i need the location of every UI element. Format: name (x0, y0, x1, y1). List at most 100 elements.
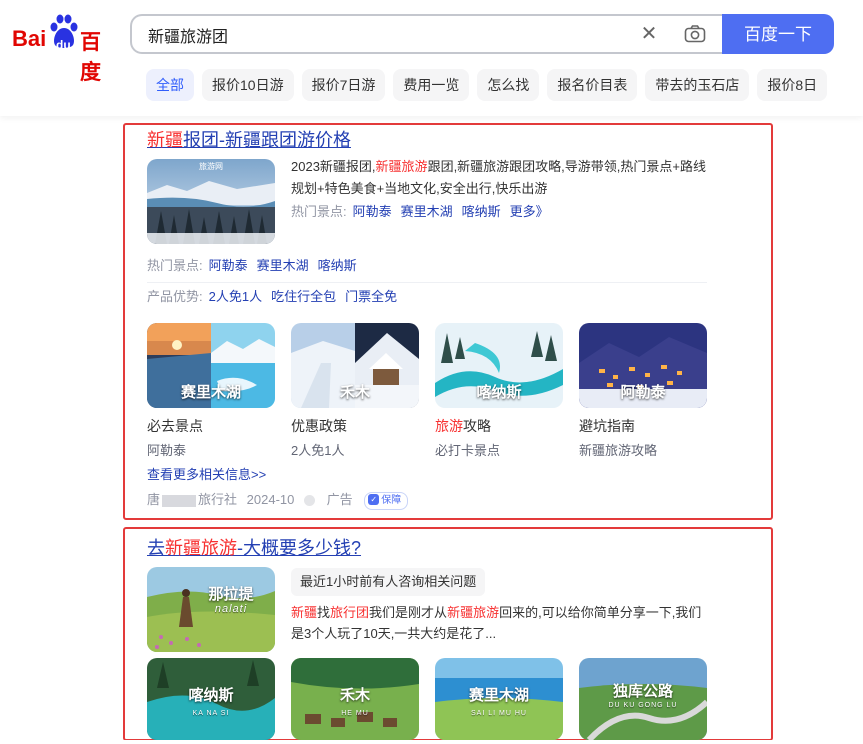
result-1-title-rest: 报团-新疆跟团游价格 (183, 130, 351, 150)
title-text: 去 (147, 538, 165, 558)
tab-cost-overview[interactable]: 费用一览 (393, 69, 470, 101)
card-label: 阿勒泰 (620, 383, 666, 401)
card-title-pitfall-guide[interactable]: 避坑指南 (579, 416, 635, 436)
thumb-sublabel: nalati (214, 603, 248, 615)
result-2-thumbnail-nalati[interactable]: 那拉提 nalati (147, 567, 275, 652)
desc-text: 跟团,新疆旅游跟团攻略,导游带领,热门景点+路线 (427, 159, 706, 174)
clear-icon[interactable]: ✕ (640, 24, 658, 44)
search-button[interactable]: 百度一下 (722, 14, 834, 54)
tab-price-7-day[interactable]: 报价7日游 (301, 69, 386, 101)
result-1-title[interactable]: 新疆报团-新疆跟团游价格 (147, 126, 351, 152)
adv-link-free-tickets[interactable]: 门票全免 (345, 289, 397, 304)
title-highlight: 新疆旅游 (165, 538, 237, 558)
shield-check-icon: ✓ (368, 494, 380, 506)
result-1-desc-line1: 2023新疆报团,新疆旅游跟团,新疆旅游跟团攻略,导游带领,热门景点+路线 (291, 156, 706, 178)
top-header: Bai du 百度 ✕ 百度一下 全部报价10日游报价7日游费用一览怎么找报名价… (0, 0, 863, 116)
desc-highlight: 新疆 (291, 605, 318, 620)
source-name-prefix: 唐 (147, 492, 161, 507)
card-sublabel: HE MU (341, 710, 369, 717)
guarantee-badge[interactable]: ✓ 保障 (364, 491, 409, 510)
card-thumb-hemu-2[interactable]: 禾木 HE MU (291, 658, 419, 740)
card-sublabel: SAI LI MU HU (471, 710, 527, 717)
result-2-title[interactable]: 去新疆旅游-大概要多少钱? (147, 534, 361, 560)
search-input[interactable] (146, 25, 620, 45)
advantages-label: 产品优势: (147, 289, 203, 304)
search-box: ✕ (130, 14, 724, 54)
divider (147, 282, 707, 283)
result-1-title-highlight: 新疆 (147, 130, 183, 150)
thumbnail-badge: 旅游网 (199, 162, 223, 171)
hot-link-sayram-lake[interactable]: 赛里木湖 (401, 204, 453, 219)
desc-highlight: 旅行团 (330, 605, 370, 620)
desc-text: 回来的,可以给你简单分享一下,我们 (499, 605, 702, 620)
card-sub: 必打卡景点 (435, 443, 501, 458)
camera-icon[interactable] (684, 24, 706, 44)
desc-text: 2023新疆报团, (291, 159, 376, 174)
card-title-must-visit[interactable]: 必去景点 (147, 416, 203, 436)
tab-all[interactable]: 全部 (146, 69, 194, 101)
search-tabs: 全部 报价10日游 报价7日游 费用一览 怎么找 报名价目表 带去的玉石店 报价8日 (146, 69, 835, 101)
card-thumb-altay[interactable]: 阿勒泰 (579, 323, 707, 408)
card-label: 禾木 (339, 686, 370, 704)
card-thumb-hemu[interactable]: 禾木 (291, 323, 419, 408)
title-text: -大概要多少钱? (237, 538, 362, 558)
result-1-desc-line2: 规划+特色美食+当地文化,安全出行,快乐出游 (291, 181, 548, 196)
card-thumb-duku-road[interactable]: 独库公路 DU KU GONG LU (579, 658, 707, 740)
card-label: 喀纳斯 (476, 383, 522, 401)
guarantee-label: 保障 (381, 494, 402, 506)
tab-price-10-day[interactable]: 报价10日游 (202, 69, 294, 101)
hot-link-kanas[interactable]: 喀纳斯 (462, 204, 501, 219)
card-thumb-sayram-2[interactable]: 赛里木湖 SAI LI MU HU (435, 658, 563, 740)
result-2-desc-line2: 是3个人玩了10天,一共大约是花了... (291, 626, 497, 641)
card-label: 赛里木湖 (468, 686, 529, 704)
card-thumb-kanas-2[interactable]: 喀纳斯 KA NA SI (147, 658, 275, 740)
result-1-source: 唐 旅行社 2024-10 广告 ✓ 保障 (147, 489, 409, 511)
tab-price-list[interactable]: 报名价目表 (547, 69, 638, 101)
tab-price-8-day[interactable]: 报价8日 (757, 69, 828, 101)
desc-highlight: 新疆旅游 (375, 159, 428, 174)
source-name-rest: 旅行社 (198, 492, 238, 507)
ad-label: 广告 (326, 492, 353, 507)
hot-link-sayram-lake[interactable]: 赛里木湖 (257, 258, 309, 273)
card-title-discount-policy[interactable]: 优惠政策 (291, 416, 347, 436)
logo-text-baidu: 百度 (80, 31, 101, 84)
card-sublabel: DU KU GONG LU (608, 702, 678, 709)
source-date: 2024-10 (246, 492, 295, 507)
adv-link-all-inclusive[interactable]: 吃住行全包 (271, 289, 336, 304)
desc-text: 我们是刚才从 (369, 605, 448, 620)
tab-jade-store[interactable]: 带去的玉石店 (645, 69, 750, 101)
hot-link-altay[interactable]: 阿勒泰 (209, 258, 248, 273)
page-bottom-edge (0, 740, 863, 744)
card-sub: 阿勒泰 (147, 443, 187, 458)
result-2-desc-line1: 新疆找旅行团我们是刚才从新疆旅游回来的,可以给你简单分享一下,我们 (291, 602, 701, 624)
result-1-thumbnail[interactable]: 旅游网 (147, 159, 275, 244)
logo-text-du: du (56, 38, 71, 52)
info-icon[interactable] (304, 495, 315, 507)
more-info-link[interactable]: 查看更多相关信息>> (147, 464, 266, 486)
logo-text-bai: Bai (12, 26, 47, 51)
hot-spots-label: 热门景点: (291, 204, 347, 219)
adv-link-discount[interactable]: 2人免1人 (209, 289, 262, 304)
baidu-logo[interactable]: Bai du 百度 (12, 14, 116, 84)
desc-highlight: 新疆旅游 (447, 605, 500, 620)
result-1-hot-spots: 热门景点: 阿勒泰 赛里木湖 喀纳斯 (147, 255, 366, 277)
hot-link-more[interactable]: 更多》 (510, 204, 549, 219)
card-label: 禾木 (339, 383, 370, 401)
thumb-label: 那拉提 (208, 585, 254, 603)
hot-link-kanas[interactable]: 喀纳斯 (318, 258, 357, 273)
result-1-advantages: 产品优势: 2人免1人 吃住行全包 门票全免 (147, 286, 406, 308)
hot-spots-label: 热门景点: (147, 258, 203, 273)
recent-consult-badge: 最近1小时前有人咨询相关问题 (291, 568, 486, 596)
hot-link-altay[interactable]: 阿勒泰 (353, 204, 392, 219)
card-sub: 2人免1人 (291, 443, 345, 458)
card-sub: 新疆旅游攻略 (579, 443, 658, 458)
card-label: 喀纳斯 (188, 686, 234, 704)
tab-how-to-find[interactable]: 怎么找 (477, 69, 540, 101)
card-thumb-sayram-lake[interactable]: 赛里木湖 (147, 323, 275, 408)
desc-text: 找 (317, 605, 331, 620)
card-thumb-kanas[interactable]: 喀纳斯 (435, 323, 563, 408)
blurred-text (162, 494, 197, 507)
card-label: 赛里木湖 (180, 383, 241, 401)
card-sublabel: KA NA SI (192, 710, 230, 717)
card-title-travel-guide[interactable]: 旅游攻略 (435, 416, 491, 436)
